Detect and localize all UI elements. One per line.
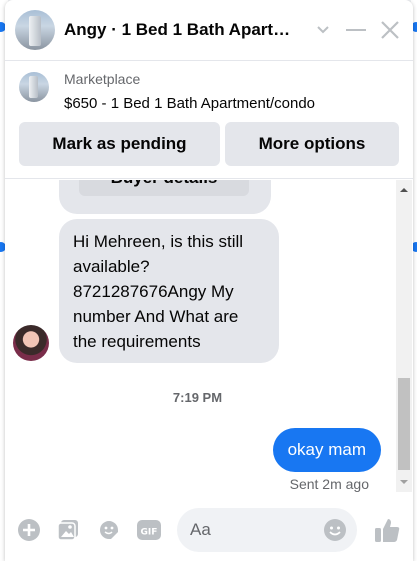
- emoji-icon[interactable]: [323, 518, 347, 542]
- gif-icon[interactable]: GIF: [136, 517, 162, 543]
- scroll-thumb[interactable]: [398, 378, 410, 470]
- sender-avatar[interactable]: [13, 325, 49, 361]
- marketplace-listing-bar: Marketplace $650 - 1 Bed 1 Bath Apartmen…: [5, 62, 413, 179]
- listing-title[interactable]: $650 - 1 Bed 1 Bath Apartment/condo: [64, 95, 315, 112]
- incoming-message[interactable]: Hi Mehreen, is this still available? 872…: [59, 219, 279, 363]
- buyer-details-card: Buyer details: [59, 180, 271, 214]
- message-scrollbar[interactable]: [396, 180, 412, 492]
- chat-window: Angy · 1 Bed 1 Bath Apart… Marketplace $…: [5, 0, 413, 561]
- message-input[interactable]: Aa: [177, 508, 357, 552]
- buyer-details-label: Buyer details: [79, 180, 249, 188]
- scroll-down-icon[interactable]: [396, 474, 412, 490]
- sticker-icon[interactable]: [96, 517, 122, 543]
- message-input-placeholder: Aa: [190, 520, 211, 539]
- more-options-button[interactable]: More options: [225, 122, 399, 166]
- svg-text:GIF: GIF: [141, 528, 158, 538]
- photo-icon[interactable]: [55, 517, 81, 543]
- chevron-down-icon[interactable]: [310, 15, 336, 45]
- chat-header: Angy · 1 Bed 1 Bath Apart…: [5, 0, 413, 61]
- plus-icon[interactable]: [16, 517, 42, 543]
- sent-status: Sent 2m ago: [289, 476, 369, 492]
- composer-bar: GIF Aa: [5, 500, 413, 561]
- outgoing-message[interactable]: okay mam: [272, 428, 381, 472]
- mark-as-pending-button[interactable]: Mark as pending: [19, 122, 220, 166]
- minimize-icon[interactable]: [343, 15, 369, 45]
- like-thumbs-up-icon[interactable]: [372, 515, 402, 545]
- time-separator: 7:19 PM: [172, 390, 223, 405]
- listing-avatar[interactable]: [15, 10, 55, 50]
- listing-thumbnail[interactable]: [19, 72, 49, 102]
- buyer-details-button[interactable]: Buyer details: [79, 180, 249, 196]
- scroll-up-icon[interactable]: [396, 182, 412, 198]
- close-icon[interactable]: [377, 15, 403, 45]
- message-list: Buyer details Hi Mehreen, is this still …: [5, 180, 413, 498]
- marketplace-label: Marketplace: [64, 71, 141, 87]
- chat-title[interactable]: Angy · 1 Bed 1 Bath Apart…: [64, 20, 309, 40]
